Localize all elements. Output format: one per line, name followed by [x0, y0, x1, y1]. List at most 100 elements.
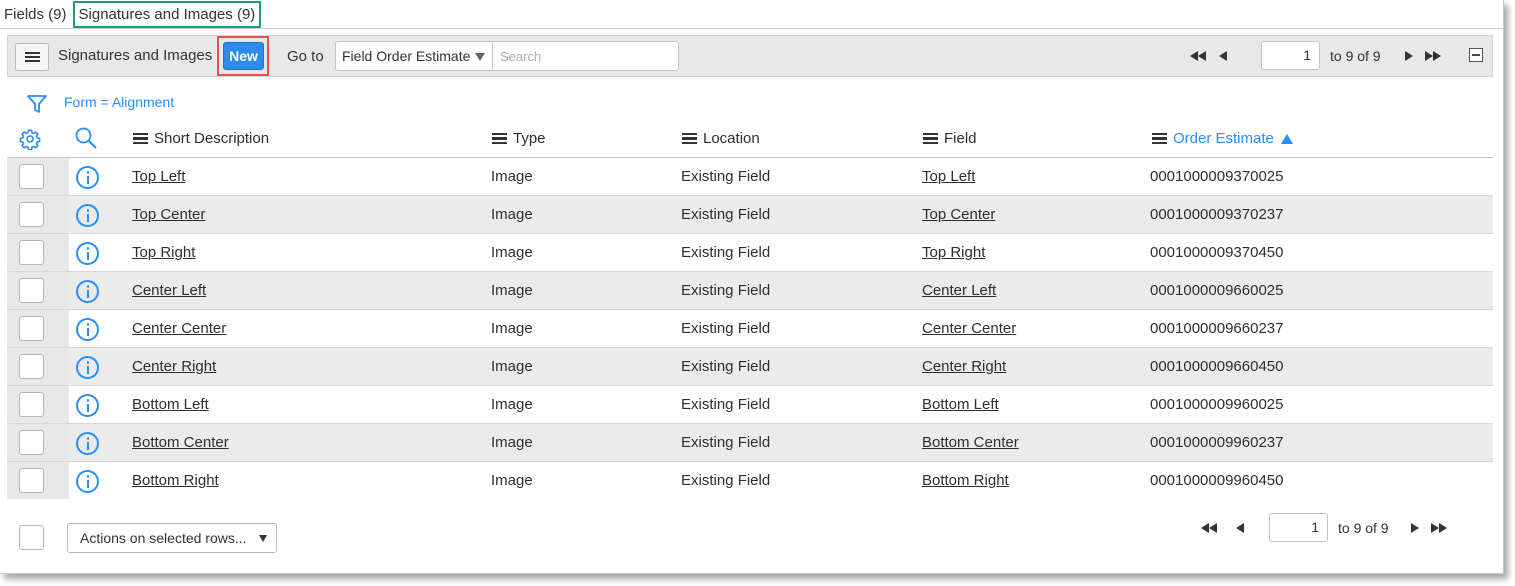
table-row: Bottom Center Image Existing Field Botto… — [7, 424, 1493, 462]
row-checkbox[interactable] — [19, 430, 44, 455]
column-header-field[interactable]: Field — [923, 130, 977, 147]
list-title: Signatures and Images — [58, 47, 213, 64]
next-page-icon[interactable] — [1399, 49, 1417, 63]
field-link[interactable]: Top Right — [922, 244, 985, 261]
goto-field-value: Field Order Estimate — [342, 48, 471, 64]
last-page-icon[interactable] — [1423, 49, 1441, 63]
info-icon[interactable] — [76, 356, 99, 379]
short-description-link[interactable]: Center Left — [132, 282, 206, 299]
order-estimate-cell: 0001000009370025 — [1150, 168, 1284, 185]
table-row: Center Right Image Existing Field Center… — [7, 348, 1493, 386]
order-estimate-cell: 0001000009370237 — [1150, 206, 1284, 223]
last-page-icon[interactable] — [1429, 521, 1447, 535]
column-menu-icon[interactable] — [923, 133, 938, 144]
short-description-link[interactable]: Center Center — [132, 320, 226, 337]
search-icon[interactable] — [74, 126, 98, 150]
order-estimate-cell: 0001000009960450 — [1150, 472, 1284, 489]
location-cell: Existing Field — [681, 244, 771, 261]
column-label: Short Description — [154, 130, 270, 147]
tab-fields[interactable]: Fields (9) — [0, 1, 71, 28]
goto-field-select[interactable]: Field Order Estimate — [335, 41, 493, 71]
info-icon[interactable] — [76, 280, 99, 303]
field-link[interactable]: Bottom Right — [922, 472, 1009, 489]
page-number-input[interactable]: 1 — [1269, 513, 1328, 542]
first-page-icon[interactable] — [1201, 521, 1219, 535]
order-estimate-cell: 0001000009660450 — [1150, 358, 1284, 375]
info-icon[interactable] — [76, 318, 99, 341]
row-checkbox[interactable] — [19, 202, 44, 227]
filter-breadcrumb[interactable]: Form = Alignment — [64, 94, 174, 110]
pager-bottom: 1 to 9 of 9 — [1201, 513, 1447, 542]
collapse-icon[interactable] — [1469, 48, 1483, 62]
list-toolbar: Signatures and Images New Go to Field Or… — [7, 35, 1493, 77]
row-checkbox[interactable] — [19, 240, 44, 265]
field-link[interactable]: Center Right — [922, 358, 1006, 375]
column-menu-icon[interactable] — [1152, 133, 1167, 144]
row-checkbox[interactable] — [19, 392, 44, 417]
type-cell: Image — [491, 472, 533, 489]
row-checkbox[interactable] — [19, 354, 44, 379]
tab-signatures-and-images[interactable]: Signatures and Images (9) — [72, 1, 262, 28]
column-header-order-estimate[interactable]: Order Estimate — [1152, 130, 1293, 147]
previous-page-icon[interactable] — [1233, 521, 1251, 535]
column-label: Order Estimate — [1173, 130, 1274, 147]
next-page-icon[interactable] — [1405, 521, 1423, 535]
new-button[interactable]: New — [223, 42, 264, 70]
search-input[interactable] — [493, 41, 679, 71]
info-icon[interactable] — [76, 432, 99, 455]
location-cell: Existing Field — [681, 206, 771, 223]
row-checkbox[interactable] — [19, 164, 44, 189]
chevron-down-icon — [475, 53, 485, 61]
type-cell: Image — [491, 358, 533, 375]
info-icon[interactable] — [76, 204, 99, 227]
type-cell: Image — [491, 320, 533, 337]
short-description-link[interactable]: Top Left — [132, 168, 185, 185]
page-range-text: to 9 of 9 — [1330, 47, 1381, 64]
hamburger-icon — [24, 51, 40, 63]
page-number-input[interactable]: 1 — [1261, 41, 1320, 70]
column-header-type[interactable]: Type — [492, 130, 546, 147]
short-description-link[interactable]: Center Right — [132, 358, 216, 375]
gear-icon[interactable] — [19, 128, 41, 150]
info-icon[interactable] — [76, 470, 99, 493]
row-checkbox[interactable] — [19, 468, 44, 493]
location-cell: Existing Field — [681, 396, 771, 413]
field-link[interactable]: Center Center — [922, 320, 1016, 337]
order-estimate-cell: 0001000009370450 — [1150, 244, 1284, 261]
short-description-link[interactable]: Bottom Right — [132, 472, 219, 489]
select-all-checkbox[interactable] — [19, 525, 44, 550]
column-menu-icon[interactable] — [492, 133, 507, 144]
column-header-short-description[interactable]: Short Description — [133, 130, 269, 147]
order-estimate-cell: 0001000009960237 — [1150, 434, 1284, 451]
short-description-link[interactable]: Top Right — [132, 244, 195, 261]
short-description-link[interactable]: Bottom Center — [132, 434, 229, 451]
previous-page-icon[interactable] — [1216, 49, 1234, 63]
table-row: Center Center Image Existing Field Cente… — [7, 310, 1493, 348]
page-range-text: to 9 of 9 — [1338, 519, 1389, 536]
info-icon[interactable] — [76, 166, 99, 189]
field-link[interactable]: Bottom Left — [922, 396, 999, 413]
short-description-link[interactable]: Bottom Left — [132, 396, 209, 413]
filter-icon[interactable] — [26, 93, 48, 115]
field-link[interactable]: Bottom Center — [922, 434, 1019, 451]
row-checkbox[interactable] — [19, 278, 44, 303]
order-estimate-cell: 0001000009660237 — [1150, 320, 1284, 337]
row-checkbox[interactable] — [19, 316, 44, 341]
column-header-location[interactable]: Location — [682, 130, 760, 147]
field-link[interactable]: Center Left — [922, 282, 996, 299]
related-list-tabs: Fields (9) Signatures and Images (9) — [0, 0, 262, 29]
actions-select[interactable]: Actions on selected rows... — [67, 523, 277, 553]
type-cell: Image — [491, 168, 533, 185]
sort-ascending-icon[interactable] — [1280, 133, 1293, 144]
column-menu-icon[interactable] — [133, 133, 148, 144]
info-icon[interactable] — [76, 242, 99, 265]
short-description-link[interactable]: Top Center — [132, 206, 205, 223]
column-label: Type — [513, 130, 546, 147]
field-link[interactable]: Top Left — [922, 168, 975, 185]
column-menu-icon[interactable] — [682, 133, 697, 144]
first-page-icon[interactable] — [1190, 49, 1208, 63]
field-link[interactable]: Top Center — [922, 206, 995, 223]
list-context-menu-button[interactable] — [15, 43, 49, 71]
table-row: Bottom Left Image Existing Field Bottom … — [7, 386, 1493, 424]
info-icon[interactable] — [76, 394, 99, 417]
